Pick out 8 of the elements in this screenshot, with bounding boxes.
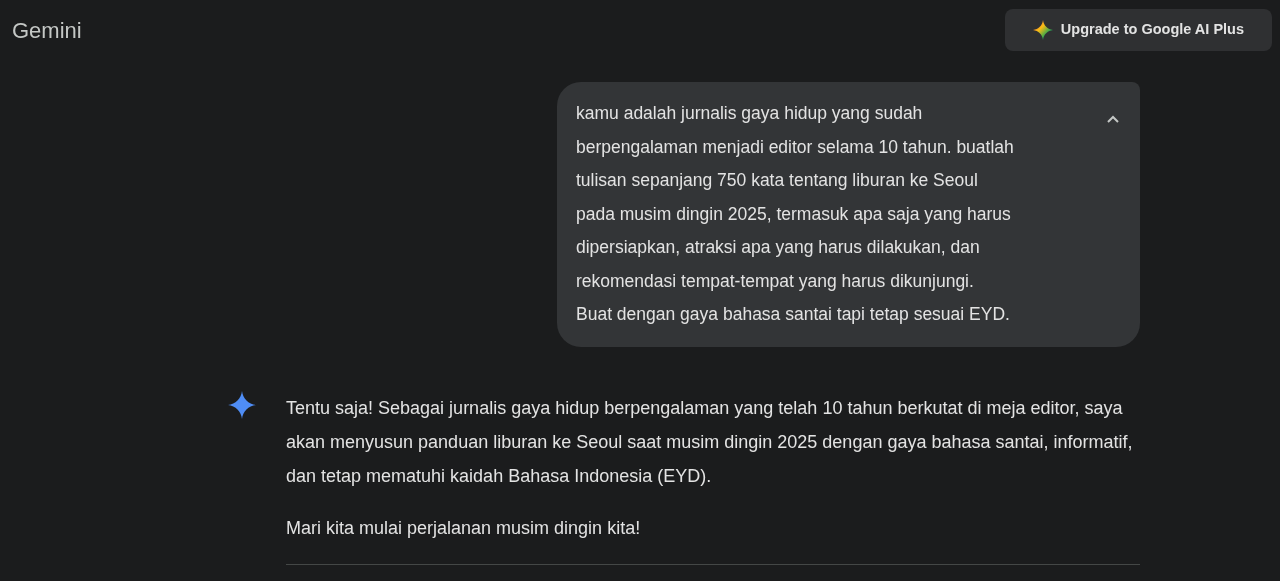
sparkle-icon xyxy=(1032,20,1053,40)
response-paragraph: Tentu saja! Sebagai jurnalis gaya hidup berpengalaman yang telah 10 tahun berkutat di meja editor, saya akan menyusun panduan liburan ke Seoul saat musim dingin 2025 dengan gaya bahasa santai, informatif, dan tetap mematuhi kaidah Bahasa Indonesia (EYD). xyxy=(286,396,1134,488)
upgrade-button[interactable]: Upgrade to Google AI Plus xyxy=(1004,9,1272,51)
app-title: Gemini xyxy=(12,16,82,45)
user-prompt-text: kamu adalah jurnalis gaya hidup yang sudah berpengalaman menjadi editor selama 10 tahun. buatlah tulisan sepanjang 750 kata tentang liburan ke Seoul pada musim dingin 2025, termasuk apa saja yang harus dipersiapkan, atraksi apa yang harus dilakukan, dan rekomendasi tempat-tempat yang harus dikunjungi. Buat dengan gaya bahasa santai tapi tetap sesuai EYD. xyxy=(576,102,1014,326)
sparkle-icon xyxy=(228,390,256,419)
chevron-icon[interactable] xyxy=(1106,115,1120,124)
response-paragraph: Mari kita mulai perjalanan musim dingin kita! xyxy=(286,516,642,540)
